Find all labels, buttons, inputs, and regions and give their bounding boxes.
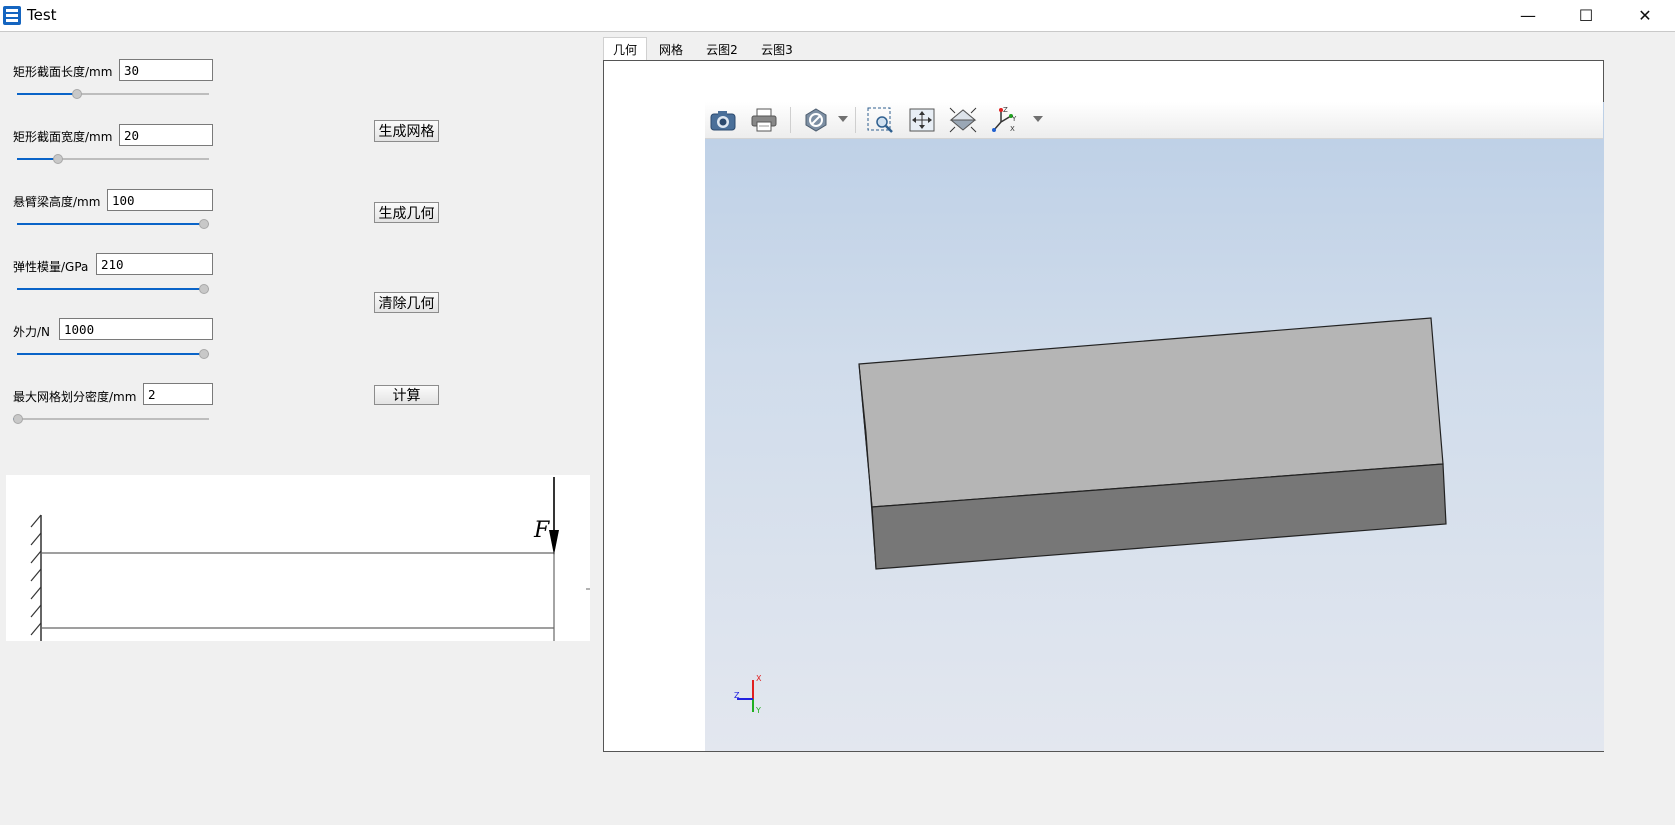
triad-y-label: Y <box>755 706 761 715</box>
modulus-label: 弹性模量/GPa <box>13 260 89 274</box>
beam-height-input[interactable] <box>107 189 213 211</box>
wall-hatching <box>30 514 42 636</box>
window-title: Test <box>27 6 57 24</box>
length-slider[interactable] <box>17 88 209 100</box>
svg-text:X: X <box>1010 125 1015 133</box>
app-icon <box>3 6 21 25</box>
mesh-density-input[interactable] <box>143 383 213 405</box>
tab-geometry[interactable]: 几何 <box>603 37 647 61</box>
triad-z-label: Z <box>734 691 740 700</box>
chevron-down-icon[interactable] <box>838 116 848 122</box>
slider-fill <box>17 288 204 290</box>
width-slider[interactable] <box>17 153 209 165</box>
slider-handle[interactable] <box>71 89 82 99</box>
modulus-slider[interactable] <box>17 283 209 295</box>
maximize-button[interactable]: ☐ <box>1563 0 1609 31</box>
svg-text:Z: Z <box>1003 106 1008 114</box>
mesh-density-label: 最大网格划分密度/mm <box>13 390 137 404</box>
generate-geometry-button[interactable]: 生成几何 <box>374 202 439 223</box>
svg-text:Y: Y <box>1011 115 1017 123</box>
generate-mesh-button[interactable]: 生成网格 <box>374 120 439 142</box>
modulus-input[interactable] <box>96 253 213 275</box>
clip-plane-icon[interactable] <box>801 106 831 134</box>
zoom-window-icon[interactable] <box>865 106 895 134</box>
force-arrow-head <box>549 530 559 555</box>
slider-fill <box>17 223 204 225</box>
print-icon[interactable] <box>749 106 779 134</box>
cantilever-drawing: F <box>30 477 590 641</box>
clear-geometry-button[interactable]: 清除几何 <box>374 292 439 313</box>
slider-groove <box>13 418 209 420</box>
slider-fill <box>17 353 204 355</box>
toolbar-separator <box>855 107 856 133</box>
slider-handle[interactable] <box>13 414 23 424</box>
camera-icon[interactable] <box>708 106 738 134</box>
cantilever-diagram: F <box>6 475 590 641</box>
force-input[interactable] <box>59 318 213 340</box>
minimize-button[interactable]: — <box>1505 0 1551 31</box>
force-label: 外力/N <box>13 325 51 339</box>
width-label: 矩形截面宽度/mm <box>13 130 113 144</box>
force-symbol: F <box>533 518 550 543</box>
beam-height-label: 悬臂梁高度/mm <box>13 195 101 209</box>
viewer-toolbar: ZYX <box>705 102 1603 139</box>
chevron-down-icon[interactable] <box>1033 116 1043 122</box>
length-input[interactable] <box>119 59 213 81</box>
triad-x-label: X <box>756 674 762 683</box>
toolbar-separator <box>790 107 791 133</box>
title-bar: Test — ☐ ✕ <box>0 0 1675 32</box>
fit-all-icon[interactable] <box>907 106 937 134</box>
tab-mesh[interactable]: 网格 <box>648 37 694 61</box>
beam-height-slider[interactable] <box>17 218 209 230</box>
orientation-triad: X Y Z <box>734 674 762 715</box>
slider-fill <box>17 158 59 160</box>
mesh-density-slider[interactable] <box>13 413 209 425</box>
tab-contour-2[interactable]: 云图2 <box>695 37 749 61</box>
3d-viewport[interactable]: X Y Z <box>705 102 1604 751</box>
tab-contour-3[interactable]: 云图3 <box>750 37 804 61</box>
slider-handle[interactable] <box>199 284 209 294</box>
slider-handle[interactable] <box>199 219 209 229</box>
axes-icon[interactable]: ZYX <box>989 106 1019 134</box>
compute-button[interactable]: 计算 <box>374 385 439 405</box>
force-slider[interactable] <box>17 348 209 360</box>
slider-fill <box>17 93 77 95</box>
close-button[interactable]: ✕ <box>1622 0 1668 31</box>
length-label: 矩形截面长度/mm <box>13 65 113 79</box>
slider-handle[interactable] <box>53 154 64 164</box>
view-orientation-icon[interactable] <box>948 106 978 134</box>
width-input[interactable] <box>119 124 213 146</box>
3d-scene: X Y Z <box>734 317 1447 715</box>
slider-handle[interactable] <box>199 349 209 359</box>
